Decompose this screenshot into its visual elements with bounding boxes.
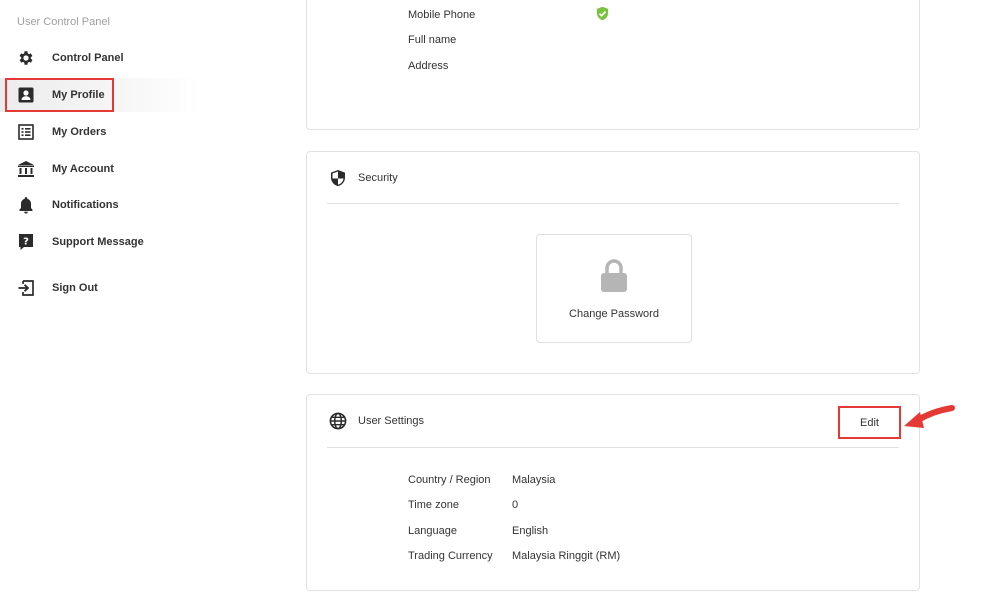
user-control-panel-page: User Control Panel Control Panel My Prof… [0, 0, 1000, 598]
security-card: Security Change Password [306, 151, 920, 374]
sidebar-item-my-account[interactable]: My Account [0, 152, 200, 186]
edit-button[interactable]: Edit [838, 406, 901, 439]
shield-icon [331, 170, 345, 187]
sidebar-item-label: Control Panel [52, 52, 124, 64]
bell-icon [17, 196, 35, 214]
mobile-phone-label: Mobile Phone [408, 9, 476, 21]
time-zone-label: Time zone [408, 499, 459, 511]
security-title: Security [358, 172, 398, 184]
bank-icon [17, 160, 35, 178]
gear-icon [17, 49, 35, 67]
full-name-label: Full name [408, 34, 457, 46]
svg-text:?: ? [23, 237, 29, 248]
language-value: English [512, 525, 549, 537]
change-password-label: Change Password [569, 308, 659, 320]
trading-currency-value: Malaysia Ringgit (RM) [512, 550, 621, 562]
sign-out-icon [17, 279, 35, 297]
globe-icon [329, 412, 347, 430]
sidebar-item-notifications[interactable]: Notifications [0, 188, 200, 222]
user-settings-card: User Settings Edit Country / Region Mala… [306, 394, 920, 591]
change-password-button[interactable]: Change Password [536, 234, 692, 343]
sidebar-item-label: Support Message [52, 236, 144, 248]
card-divider [327, 203, 899, 204]
sidebar-item-label: Notifications [52, 199, 119, 211]
country-region-label: Country / Region [408, 474, 491, 486]
sidebar-item-my-profile[interactable]: My Profile [0, 78, 200, 112]
order-list-icon [17, 123, 35, 141]
lock-icon [601, 259, 627, 292]
verified-shield-icon [596, 6, 609, 21]
sidebar-item-support-message[interactable]: ? Support Message [0, 225, 200, 259]
card-divider [327, 447, 899, 448]
country-region-value: Malaysia [512, 474, 556, 486]
sidebar-item-label: My Account [52, 163, 114, 175]
sidebar-item-label: Sign Out [52, 282, 98, 294]
annotation-arrow-icon [904, 405, 955, 428]
sidebar-heading: User Control Panel [17, 16, 110, 28]
user-settings-title: User Settings [358, 415, 425, 427]
trading-currency-label: Trading Currency [408, 550, 493, 562]
sidebar-item-sign-out[interactable]: Sign Out [0, 271, 200, 305]
sidebar-item-label: My Orders [52, 126, 107, 138]
sidebar-item-label: My Profile [52, 89, 105, 101]
language-label: Language [408, 525, 457, 537]
sidebar-item-control-panel[interactable]: Control Panel [0, 41, 200, 75]
sidebar: User Control Panel Control Panel My Prof… [0, 0, 210, 598]
sidebar-item-my-orders[interactable]: My Orders [0, 115, 200, 149]
profile-info-card: Mobile Phone Full name Address [306, 0, 920, 130]
address-label: Address [408, 60, 449, 72]
time-zone-value: 0 [512, 499, 519, 511]
profile-card-icon [17, 86, 35, 104]
question-icon: ? [17, 233, 35, 251]
